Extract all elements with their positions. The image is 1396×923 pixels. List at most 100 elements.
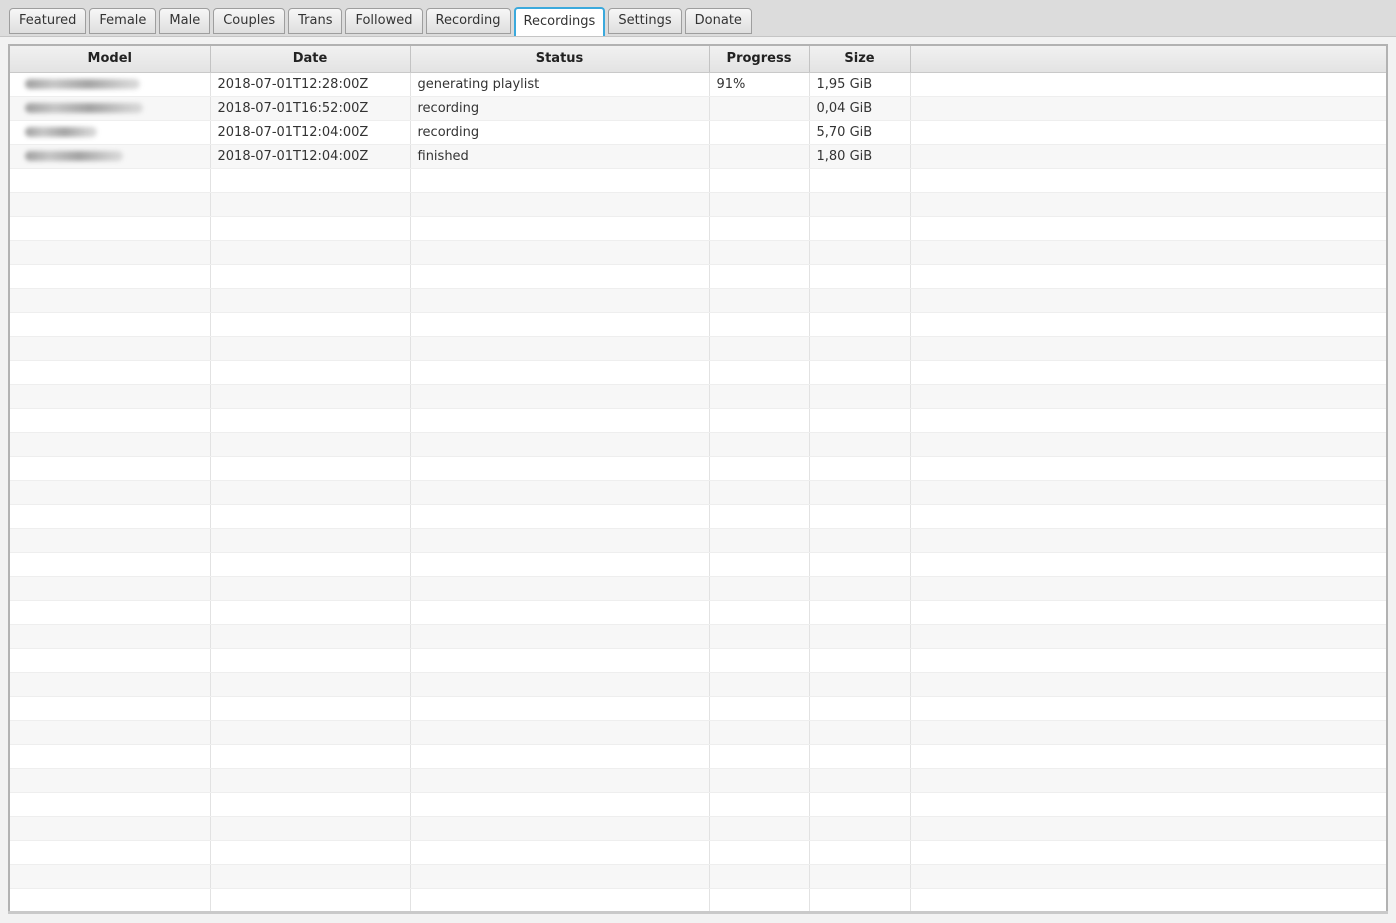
tab-couples[interactable]: Couples: [213, 8, 285, 34]
cell-status: [410, 552, 709, 576]
cell-progress: [709, 432, 809, 456]
tab-recording[interactable]: Recording: [426, 8, 511, 34]
cell-filler: [910, 768, 1387, 792]
cell-model: [9, 360, 210, 384]
cell-filler: [910, 384, 1387, 408]
cell-status: [410, 504, 709, 528]
cell-size: [809, 408, 910, 432]
cell-model: [9, 120, 210, 144]
cell-size: [809, 360, 910, 384]
cell-model: [9, 816, 210, 840]
column-header-model[interactable]: Model: [9, 45, 210, 72]
cell-size: 1,80 GiB: [809, 144, 910, 168]
cell-model: [9, 408, 210, 432]
cell-model: [9, 192, 210, 216]
cell-filler: [910, 336, 1387, 360]
cell-progress: [709, 168, 809, 192]
cell-date: [210, 888, 410, 912]
cell-progress: [709, 720, 809, 744]
cell-date: [210, 696, 410, 720]
cell-model: [9, 528, 210, 552]
column-header-status[interactable]: Status: [410, 45, 709, 72]
cell-filler: [910, 672, 1387, 696]
cell-model: [9, 312, 210, 336]
cell-filler: [910, 816, 1387, 840]
cell-model: [9, 168, 210, 192]
cell-date: 2018-07-01T12:04:00Z: [210, 120, 410, 144]
table-row-empty: [9, 504, 1387, 528]
column-header-date[interactable]: Date: [210, 45, 410, 72]
tab-trans[interactable]: Trans: [288, 8, 342, 34]
table-row-empty: [9, 312, 1387, 336]
table-row-empty: [9, 240, 1387, 264]
tab-bar: FeaturedFemaleMaleCouplesTransFollowedRe…: [0, 0, 1396, 37]
table-row-empty: [9, 768, 1387, 792]
cell-date: [210, 408, 410, 432]
recordings-panel: ModelDateStatusProgressSize 2018-07-01T1…: [8, 44, 1388, 914]
tab-donate[interactable]: Donate: [685, 8, 752, 34]
cell-date: [210, 360, 410, 384]
table-row-empty: [9, 672, 1387, 696]
cell-size: [809, 168, 910, 192]
cell-status: generating playlist: [410, 72, 709, 96]
cell-size: [809, 624, 910, 648]
table-row[interactable]: 2018-07-01T16:52:00Zrecording0,04 GiB: [9, 96, 1387, 120]
cell-progress: [709, 816, 809, 840]
table-row-empty: [9, 408, 1387, 432]
cell-progress: [709, 624, 809, 648]
cell-progress: [709, 576, 809, 600]
cell-progress: [709, 216, 809, 240]
cell-status: [410, 480, 709, 504]
cell-status: [410, 744, 709, 768]
cell-date: [210, 384, 410, 408]
table-row-empty: [9, 336, 1387, 360]
cell-date: [210, 552, 410, 576]
cell-progress: [709, 696, 809, 720]
cell-progress: [709, 504, 809, 528]
tab-featured[interactable]: Featured: [9, 8, 86, 34]
table-row[interactable]: 2018-07-01T12:04:00Zfinished1,80 GiB: [9, 144, 1387, 168]
column-header-progress[interactable]: Progress: [709, 45, 809, 72]
redacted-model-name: [25, 127, 97, 137]
column-header-size[interactable]: Size: [809, 45, 910, 72]
table-row-empty: [9, 288, 1387, 312]
table-row[interactable]: 2018-07-01T12:28:00Zgenerating playlist9…: [9, 72, 1387, 96]
cell-status: [410, 168, 709, 192]
cell-progress: [709, 336, 809, 360]
cell-model: [9, 504, 210, 528]
cell-progress: [709, 264, 809, 288]
tab-recordings[interactable]: Recordings: [514, 7, 606, 36]
cell-status: [410, 408, 709, 432]
cell-status: [410, 240, 709, 264]
table-row-empty: [9, 744, 1387, 768]
table-body: 2018-07-01T12:28:00Zgenerating playlist9…: [9, 72, 1387, 912]
cell-date: [210, 744, 410, 768]
cell-date: [210, 216, 410, 240]
cell-progress: [709, 120, 809, 144]
cell-model: [9, 336, 210, 360]
cell-filler: [910, 864, 1387, 888]
cell-progress: [709, 408, 809, 432]
cell-status: [410, 216, 709, 240]
cell-filler: [910, 744, 1387, 768]
cell-date: [210, 504, 410, 528]
cell-status: [410, 384, 709, 408]
cell-date: [210, 576, 410, 600]
tab-male[interactable]: Male: [159, 8, 210, 34]
tab-followed[interactable]: Followed: [345, 8, 422, 34]
tab-settings[interactable]: Settings: [608, 8, 681, 34]
cell-size: [809, 744, 910, 768]
cell-size: [809, 336, 910, 360]
cell-date: [210, 432, 410, 456]
cell-filler: [910, 144, 1387, 168]
cell-status: [410, 624, 709, 648]
cell-size: 5,70 GiB: [809, 120, 910, 144]
table-row[interactable]: 2018-07-01T12:04:00Zrecording5,70 GiB: [9, 120, 1387, 144]
cell-filler: [910, 840, 1387, 864]
cell-status: [410, 792, 709, 816]
cell-progress: [709, 192, 809, 216]
cell-model: [9, 696, 210, 720]
cell-date: [210, 168, 410, 192]
cell-size: [809, 216, 910, 240]
tab-female[interactable]: Female: [89, 8, 156, 34]
